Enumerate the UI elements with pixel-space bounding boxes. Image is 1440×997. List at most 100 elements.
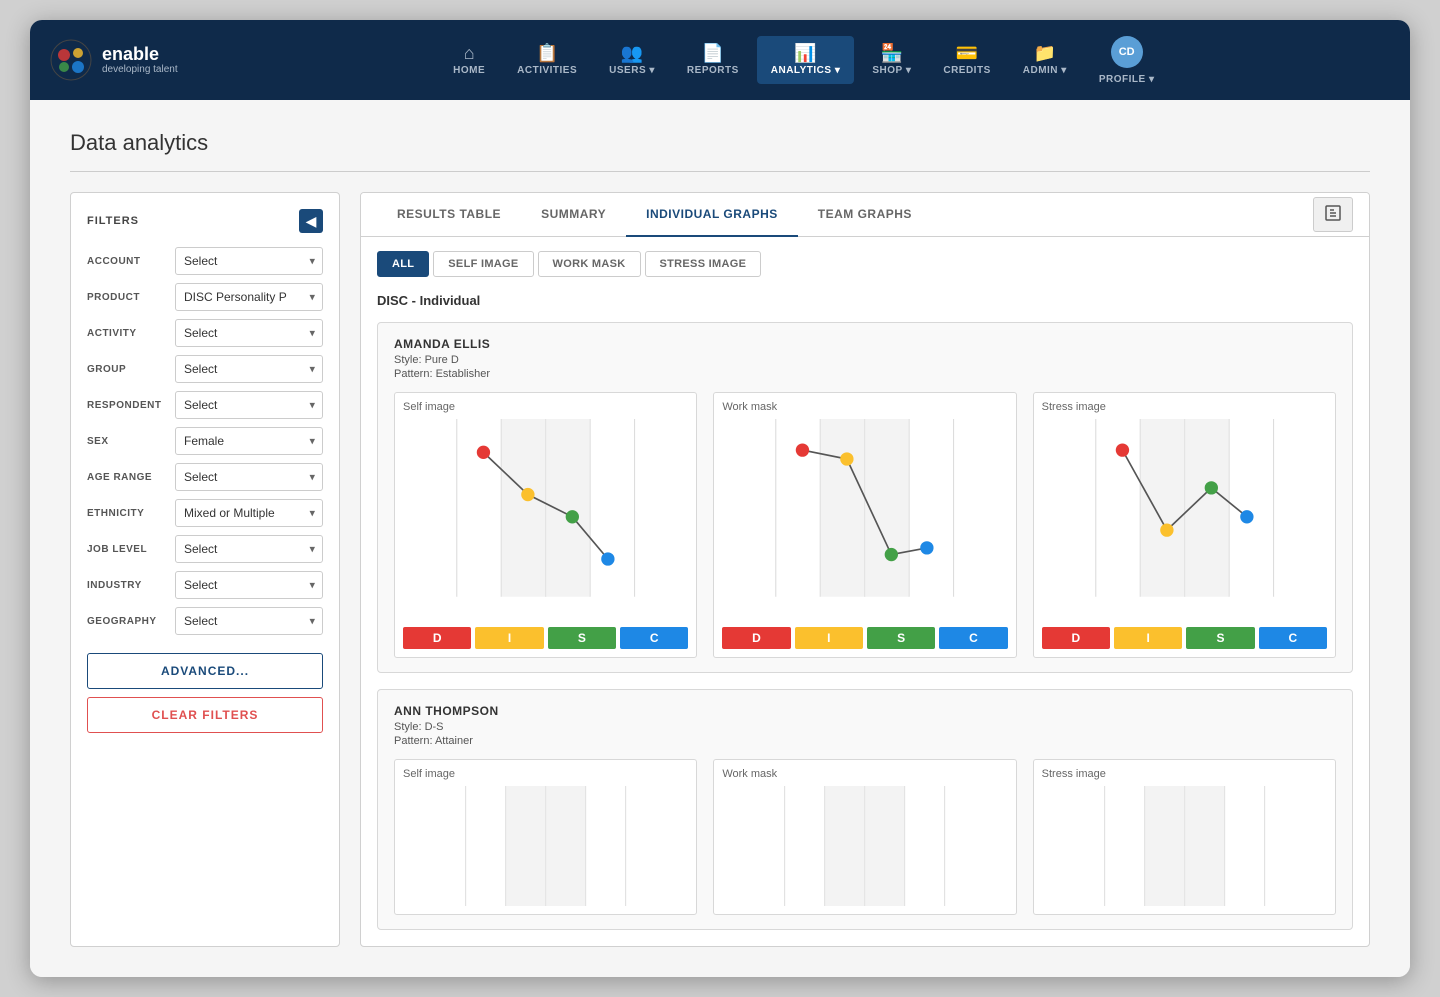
- logo-name: enable: [102, 45, 178, 65]
- filter-job-level: JOB LEVEL Select: [87, 535, 323, 563]
- nav-reports-label: REPORTS: [687, 65, 739, 76]
- filter-job-level-select[interactable]: Select: [175, 535, 323, 563]
- person-style-amanda: Style: Pure D: [394, 354, 1336, 366]
- nav-shop[interactable]: 🏪 SHOP ▾: [858, 36, 925, 84]
- disc-s-work: S: [867, 627, 935, 649]
- nav-activities[interactable]: 📋 ACTIVITIES: [503, 36, 591, 84]
- chart-svg-stress: [1042, 419, 1327, 619]
- nav-items: ⌂ HOME 📋 ACTIVITIES 👥 USERS ▾ 📄 REPORTS …: [218, 28, 1390, 93]
- sub-tab-work-mask[interactable]: WORK MASK: [538, 251, 641, 277]
- disc-s-stress: S: [1186, 627, 1254, 649]
- advanced-button[interactable]: ADVANCED...: [87, 653, 323, 689]
- filter-account-select[interactable]: Select: [175, 247, 323, 275]
- filter-geography-wrapper: Select: [175, 607, 323, 635]
- sub-tabs: ALL SELF IMAGE WORK MASK STRESS IMAGE: [361, 237, 1369, 287]
- filter-product-select[interactable]: DISC Personality P: [175, 283, 323, 311]
- chart-label-work-ann: Work mask: [722, 768, 1007, 780]
- filter-account: ACCOUNT Select: [87, 247, 323, 275]
- tab-individual-graphs[interactable]: INDIVIDUAL GRAPHS: [626, 193, 798, 237]
- tab-summary[interactable]: SUMMARY: [521, 193, 626, 237]
- navbar: enable developing talent ⌂ HOME 📋 ACTIVI…: [30, 20, 1410, 100]
- filter-ethnicity-wrapper: Mixed or Multiple: [175, 499, 323, 527]
- filter-age-range-wrapper: Select: [175, 463, 323, 491]
- filter-group-label: GROUP: [87, 364, 167, 375]
- credits-icon: 💳: [956, 44, 978, 62]
- filter-activity-label: ACTIVITY: [87, 328, 167, 339]
- filter-sex-select[interactable]: Female Male: [175, 427, 323, 455]
- chart-area-self-ann: [403, 786, 688, 906]
- chart-label-self-ann: Self image: [403, 768, 688, 780]
- filter-age-range-label: AGE RANGE: [87, 472, 167, 483]
- nav-profile-label: PROFILE ▾: [1099, 74, 1155, 85]
- nav-analytics[interactable]: 📊 ANALYTICS ▾: [757, 36, 855, 84]
- filter-job-level-label: JOB LEVEL: [87, 544, 167, 555]
- filter-industry: INDUSTRY Select: [87, 571, 323, 599]
- chart-area-work: [722, 419, 1007, 619]
- export-button[interactable]: [1313, 197, 1353, 232]
- person-pattern-ann: Pattern: Attainer: [394, 735, 1336, 747]
- filter-group-select[interactable]: Select: [175, 355, 323, 383]
- disc-s-self: S: [548, 627, 616, 649]
- nav-admin-label: ADMIN ▾: [1023, 65, 1067, 76]
- chart-work-mask-amanda: Work mask: [713, 392, 1016, 658]
- filter-age-range-select[interactable]: Select: [175, 463, 323, 491]
- chart-area-stress: [1042, 419, 1327, 619]
- chart-label-work: Work mask: [722, 401, 1007, 413]
- filters-header: FILTERS ◀: [87, 209, 323, 233]
- nav-home-label: HOME: [453, 65, 485, 76]
- sub-tab-self-image[interactable]: SELF IMAGE: [433, 251, 533, 277]
- nav-users[interactable]: 👥 USERS ▾: [595, 36, 669, 84]
- filter-geography-select[interactable]: Select: [175, 607, 323, 635]
- charts-row-amanda: Self image: [394, 392, 1336, 658]
- filter-geography-label: GEOGRAPHY: [87, 616, 167, 627]
- page: Data analytics FILTERS ◀ ACCOUNT Select: [30, 100, 1410, 977]
- logo-text: enable developing talent: [102, 45, 178, 76]
- filter-sex-label: SEX: [87, 436, 167, 447]
- collapse-button[interactable]: ◀: [299, 209, 323, 233]
- admin-icon: 📁: [1034, 44, 1056, 62]
- disc-d-work: D: [722, 627, 790, 649]
- filter-product: PRODUCT DISC Personality P: [87, 283, 323, 311]
- nav-admin[interactable]: 📁 ADMIN ▾: [1009, 36, 1081, 84]
- disc-legend-stress: D I S C: [1042, 627, 1327, 649]
- tab-results-table[interactable]: RESULTS TABLE: [377, 193, 521, 237]
- filters-title: FILTERS: [87, 215, 139, 227]
- person-style-ann: Style: D-S: [394, 721, 1336, 733]
- filter-ethnicity-select[interactable]: Mixed or Multiple: [175, 499, 323, 527]
- filter-age-range: AGE RANGE Select: [87, 463, 323, 491]
- clear-filters-button[interactable]: CLEAR FILTERS: [87, 697, 323, 733]
- tab-team-graphs[interactable]: TEAM GRAPHS: [798, 193, 932, 237]
- filter-sex: SEX Female Male: [87, 427, 323, 455]
- chart-svg-self: [403, 419, 688, 619]
- filter-respondent-label: RESPONDENT: [87, 400, 167, 411]
- analytics-icon: 📊: [794, 44, 816, 62]
- sub-tab-stress-image[interactable]: STRESS IMAGE: [645, 251, 762, 277]
- section-title: DISC - Individual: [361, 287, 1369, 322]
- chart-self-image-amanda: Self image: [394, 392, 697, 658]
- chart-label-stress-ann: Stress image: [1042, 768, 1327, 780]
- filter-respondent: RESPONDENT Select: [87, 391, 323, 419]
- activities-icon: 📋: [536, 44, 558, 62]
- nav-analytics-label: ANALYTICS ▾: [771, 65, 841, 76]
- person-pattern-amanda: Pattern: Establisher: [394, 368, 1336, 380]
- filter-geography: GEOGRAPHY Select: [87, 607, 323, 635]
- nav-credits[interactable]: 💳 CREDITS: [929, 36, 1004, 84]
- disc-d-self: D: [403, 627, 471, 649]
- logo-tagline: developing talent: [102, 64, 178, 75]
- filter-activity-select[interactable]: Select: [175, 319, 323, 347]
- users-icon: 👥: [621, 44, 643, 62]
- filter-ethnicity: ETHNICITY Mixed or Multiple: [87, 499, 323, 527]
- chart-svg-work-ann: [722, 786, 1007, 906]
- chart-svg-self-ann: [403, 786, 688, 906]
- nav-users-label: USERS ▾: [609, 65, 655, 76]
- nav-home[interactable]: ⌂ HOME: [439, 36, 499, 84]
- nav-reports[interactable]: 📄 REPORTS: [673, 36, 753, 84]
- nav-profile[interactable]: CD PROFILE ▾: [1085, 28, 1169, 93]
- sub-tab-all[interactable]: ALL: [377, 251, 429, 277]
- chart-svg-work: [722, 419, 1007, 619]
- filter-product-label: PRODUCT: [87, 292, 167, 303]
- page-title: Data analytics: [70, 130, 1370, 172]
- nav-activities-label: ACTIVITIES: [517, 65, 577, 76]
- filter-respondent-select[interactable]: Select: [175, 391, 323, 419]
- filter-industry-select[interactable]: Select: [175, 571, 323, 599]
